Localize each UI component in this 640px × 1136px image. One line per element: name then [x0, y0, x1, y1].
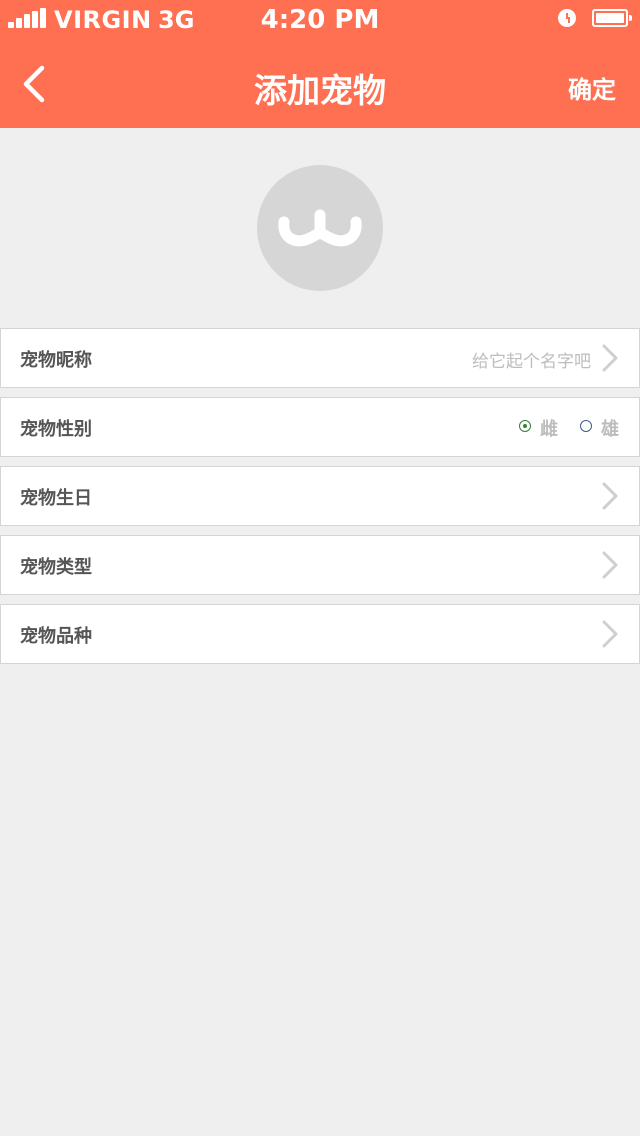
pet-avatar[interactable] — [257, 165, 383, 291]
chevron-right-icon — [602, 551, 618, 579]
pet-type-label: 宠物类型 — [20, 557, 92, 578]
chevron-right-icon — [602, 482, 618, 510]
chevron-right-icon — [602, 620, 618, 648]
gender-female-radio[interactable] — [519, 420, 531, 432]
battery-icon — [592, 9, 632, 27]
gender-female-label[interactable]: 雌 — [540, 415, 558, 441]
page-title: 添加宠物 — [254, 71, 386, 110]
pet-nickname-row[interactable]: 宠物昵称 给它起个名字吧 — [0, 328, 640, 388]
pet-nickname-placeholder[interactable]: 给它起个名字吧 — [472, 347, 591, 372]
pet-breed-label: 宠物品种 — [20, 626, 92, 647]
alarm-icon — [558, 9, 576, 27]
pet-birthday-row[interactable]: 宠物生日 — [0, 466, 640, 526]
chevron-right-icon — [602, 344, 618, 372]
gender-male-radio[interactable] — [580, 420, 592, 432]
paw-smile-icon — [278, 209, 362, 247]
status-bar: VIRGIN 3G 4:20 PM — [0, 0, 640, 40]
confirm-button[interactable]: 确定 — [568, 70, 616, 105]
gender-male-label[interactable]: 雄 — [601, 415, 619, 441]
pet-birthday-label: 宠物生日 — [20, 488, 92, 509]
pet-nickname-label: 宠物昵称 — [20, 350, 92, 371]
navigation-bar: 添加宠物 确定 — [0, 40, 640, 128]
pet-gender-row: 宠物性别 雌 雄 — [0, 397, 640, 457]
pet-breed-row[interactable]: 宠物品种 — [0, 604, 640, 664]
pet-type-row[interactable]: 宠物类型 — [0, 535, 640, 595]
pet-gender-label: 宠物性别 — [20, 419, 92, 440]
status-time: 4:20 PM — [260, 5, 380, 35]
gender-radio-group: 雌 雄 — [517, 414, 621, 440]
